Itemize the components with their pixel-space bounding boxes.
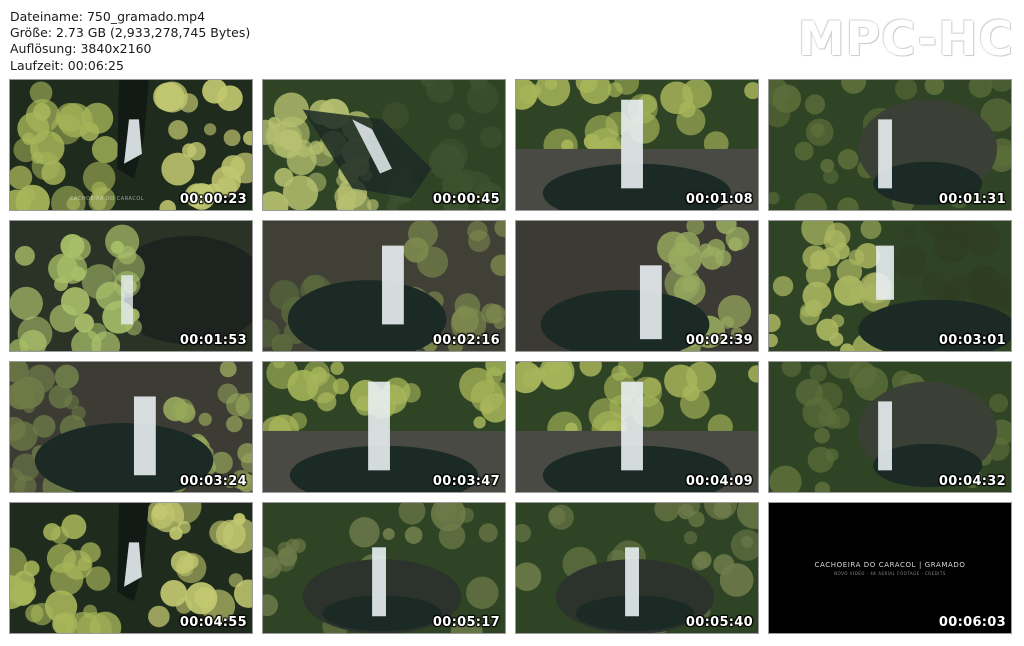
thumbnail-image — [769, 362, 1011, 492]
thumbnail-00-04-09: 00:04:09 — [515, 361, 759, 493]
timestamp-label: 00:04:55 — [179, 615, 247, 630]
timestamp-label: 00:01:53 — [179, 333, 247, 348]
thumbnail-image — [516, 503, 758, 633]
thumbnail-image — [516, 362, 758, 492]
end-title-main: CACHOEIRA DO CARACOL | GRAMADO — [814, 561, 966, 569]
thumbnail-00-00-23: CACHOEIRA DO CARACOL 00:00:23 — [9, 79, 253, 211]
timestamp-label: 00:00:23 — [179, 192, 247, 207]
file-size-text: Größe: 2.73 GB (2,933,278,745 Bytes) — [10, 25, 251, 41]
thumbnail-00-03-24: 00:03:24 — [9, 361, 253, 493]
timestamp-label: 00:05:40 — [685, 615, 753, 630]
timestamp-label: 00:03:24 — [179, 474, 247, 489]
thumbnail-image — [263, 221, 505, 351]
end-title-sub: NOVO VIDEO · 4K AERIAL FOOTAGE · CREDITS — [834, 571, 946, 576]
thumbnail-00-00-45: 00:00:45 — [262, 79, 506, 211]
mpc-hc-logo: MPC-HC — [797, 12, 1014, 67]
timestamp-label: 00:03:47 — [432, 474, 500, 489]
thumbnail-00-03-01: 00:03:01 — [768, 220, 1012, 352]
thumbnail-image — [516, 80, 758, 210]
thumbnail-00-04-32: 00:04:32 — [768, 361, 1012, 493]
timestamp-label: 00:02:39 — [685, 333, 753, 348]
thumbnail-00-05-17: 00:05:17 — [262, 502, 506, 634]
resolution-text: Auflösung: 3840x2160 — [10, 41, 152, 57]
timestamp-label: 00:01:31 — [938, 192, 1006, 207]
thumbnail-00-04-55: 00:04:55 — [9, 502, 253, 634]
thumbnail-image — [263, 80, 505, 210]
duration-text: Laufzeit: 00:06:25 — [10, 57, 124, 73]
thumbnail-00-03-47: 00:03:47 — [262, 361, 506, 493]
thumbnail-image — [10, 362, 252, 492]
thumbnail-image — [10, 503, 252, 633]
thumbnail-00-01-53: 00:01:53 — [9, 220, 253, 352]
timestamp-label: 00:04:32 — [938, 474, 1006, 489]
thumbnail-00-02-39: 00:02:39 — [515, 220, 759, 352]
thumbnail-00-01-31: 00:01:31 — [768, 79, 1012, 211]
thumbnail-image — [10, 221, 252, 351]
timestamp-label: 00:02:16 — [432, 333, 500, 348]
thumbnail-image — [516, 221, 758, 351]
thumbnail-00-05-40: 00:05:40 — [515, 502, 759, 634]
timestamp-label: 00:06:03 — [938, 615, 1006, 630]
thumbnail-00-02-16: 00:02:16 — [262, 220, 506, 352]
video-watermark: CACHOEIRA DO CARACOL — [70, 196, 145, 202]
thumbnail-image — [769, 221, 1011, 351]
thumbnail-grid: CACHOEIRA DO CARACOL 00:00:23 00:00:45 00:0… — [9, 79, 1015, 636]
thumbnail-00-06-03: CACHOEIRA DO CARACOL | GRAMADO NOVO VIDEO… — [768, 502, 1012, 634]
timestamp-label: 00:01:08 — [685, 192, 753, 207]
end-title-overlay: CACHOEIRA DO CARACOL | GRAMADO NOVO VIDEO… — [769, 561, 1011, 576]
file-name-text: Dateiname: 750_gramado.mp4 — [10, 9, 206, 24]
thumbnail-image — [769, 80, 1011, 210]
thumbnail-image — [10, 80, 252, 210]
file-info-panel: Dateiname: 750_gramado.mp4 Größe: 2.73 G… — [10, 9, 250, 74]
timestamp-label: 00:04:09 — [685, 474, 753, 489]
thumbnail-image — [263, 362, 505, 492]
timestamp-label: 00:05:17 — [432, 615, 500, 630]
timestamp-label: 00:00:45 — [432, 192, 500, 207]
thumbnail-00-01-08: 00:01:08 — [515, 79, 759, 211]
thumbnail-image — [263, 503, 505, 633]
timestamp-label: 00:03:01 — [938, 333, 1006, 348]
